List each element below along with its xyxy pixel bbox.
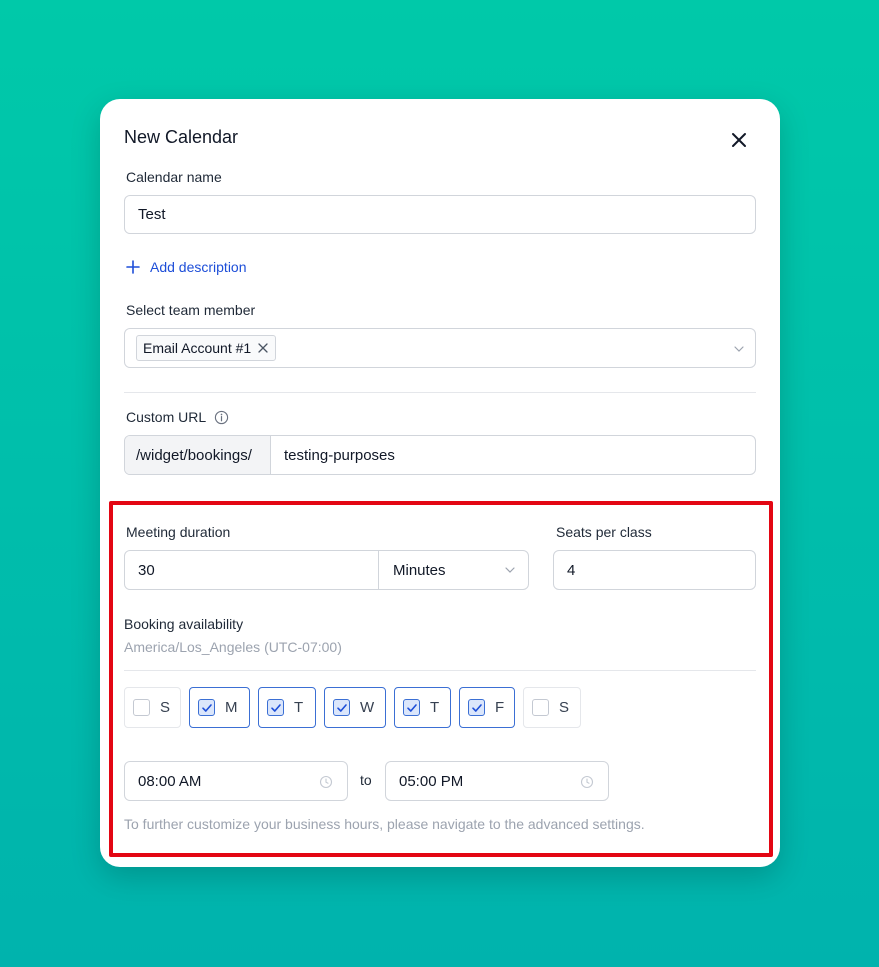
day-toggle-saturday[interactable]: S: [523, 687, 581, 728]
day-label: S: [559, 699, 570, 716]
plus-icon: [126, 260, 140, 274]
day-label: S: [160, 699, 171, 716]
day-label: T: [294, 699, 304, 716]
calendar-name-value: Test: [138, 206, 166, 223]
calendar-name-input[interactable]: Test: [124, 195, 756, 234]
duration-unit-select[interactable]: Minutes: [379, 551, 528, 589]
check-icon: [471, 703, 482, 712]
meeting-duration-group: 30 Minutes: [124, 550, 529, 590]
checkbox[interactable]: [133, 699, 150, 716]
remove-chip-icon[interactable]: [257, 342, 269, 354]
custom-url-prefix: /widget/bookings/: [125, 436, 271, 474]
chevron-down-icon: [734, 346, 744, 352]
day-label: W: [360, 699, 375, 716]
info-icon[interactable]: [214, 410, 229, 425]
team-member-chip-label: Email Account #1: [143, 340, 252, 356]
chevron-down-icon: [505, 567, 515, 573]
checkbox[interactable]: [267, 699, 284, 716]
checkbox[interactable]: [403, 699, 420, 716]
team-member-select[interactable]: Email Account #1: [124, 328, 756, 368]
check-icon: [270, 703, 281, 712]
start-time-input[interactable]: 08:00 AM: [124, 761, 348, 801]
day-toggle-tuesday[interactable]: T: [258, 687, 316, 728]
end-time-input[interactable]: 05:00 PM: [385, 761, 609, 801]
custom-url-label-row: Custom URL: [126, 409, 229, 425]
booking-availability-label: Booking availability: [124, 616, 244, 632]
availability-divider: [124, 670, 756, 671]
team-member-chip: Email Account #1: [136, 335, 277, 361]
start-time-value: 08:00 AM: [138, 772, 202, 790]
calendar-name-label: Calendar name: [126, 169, 222, 185]
business-hours-hint: To further customize your business hours…: [124, 816, 645, 832]
seats-value: 4: [567, 561, 576, 579]
end-time-value: 05:00 PM: [399, 772, 464, 790]
clock-icon: [580, 775, 594, 789]
checkbox[interactable]: [333, 699, 350, 716]
modal-title: New Calendar: [124, 127, 239, 147]
custom-url-label: Custom URL: [126, 409, 207, 425]
duration-unit-value: Minutes: [393, 561, 446, 579]
day-label: F: [495, 699, 505, 716]
clock-icon: [319, 775, 333, 789]
day-toggle-wednesday[interactable]: W: [324, 687, 386, 728]
day-label: M: [225, 699, 238, 716]
checkbox[interactable]: [198, 699, 215, 716]
custom-url-input-group: /widget/bookings/ testing-purposes: [124, 435, 756, 475]
day-toggle-friday[interactable]: F: [459, 687, 515, 728]
time-range-separator: to: [360, 772, 372, 788]
meeting-duration-label: Meeting duration: [126, 524, 231, 540]
day-toggle-thursday[interactable]: T: [394, 687, 451, 728]
checkbox[interactable]: [532, 699, 549, 716]
day-toggle-sunday[interactable]: S: [124, 687, 181, 728]
add-description-link[interactable]: Add description: [126, 259, 247, 275]
new-calendar-modal: New Calendar Calendar name Test Add desc…: [100, 99, 780, 867]
add-description-label: Add description: [150, 259, 247, 275]
custom-url-input[interactable]: testing-purposes: [271, 447, 395, 464]
day-toggle-monday[interactable]: M: [189, 687, 250, 728]
check-icon: [336, 703, 347, 712]
close-icon[interactable]: [728, 129, 750, 151]
checkbox[interactable]: [468, 699, 485, 716]
timezone-text: America/Los_Angeles (UTC-07:00): [124, 639, 342, 655]
seats-input[interactable]: 4: [553, 550, 756, 590]
check-icon: [201, 703, 212, 712]
day-label: T: [430, 699, 440, 716]
section-divider: [124, 392, 756, 393]
meeting-duration-input[interactable]: 30: [125, 551, 379, 589]
check-icon: [406, 703, 417, 712]
seats-label: Seats per class: [556, 524, 652, 540]
team-member-label: Select team member: [126, 302, 256, 318]
